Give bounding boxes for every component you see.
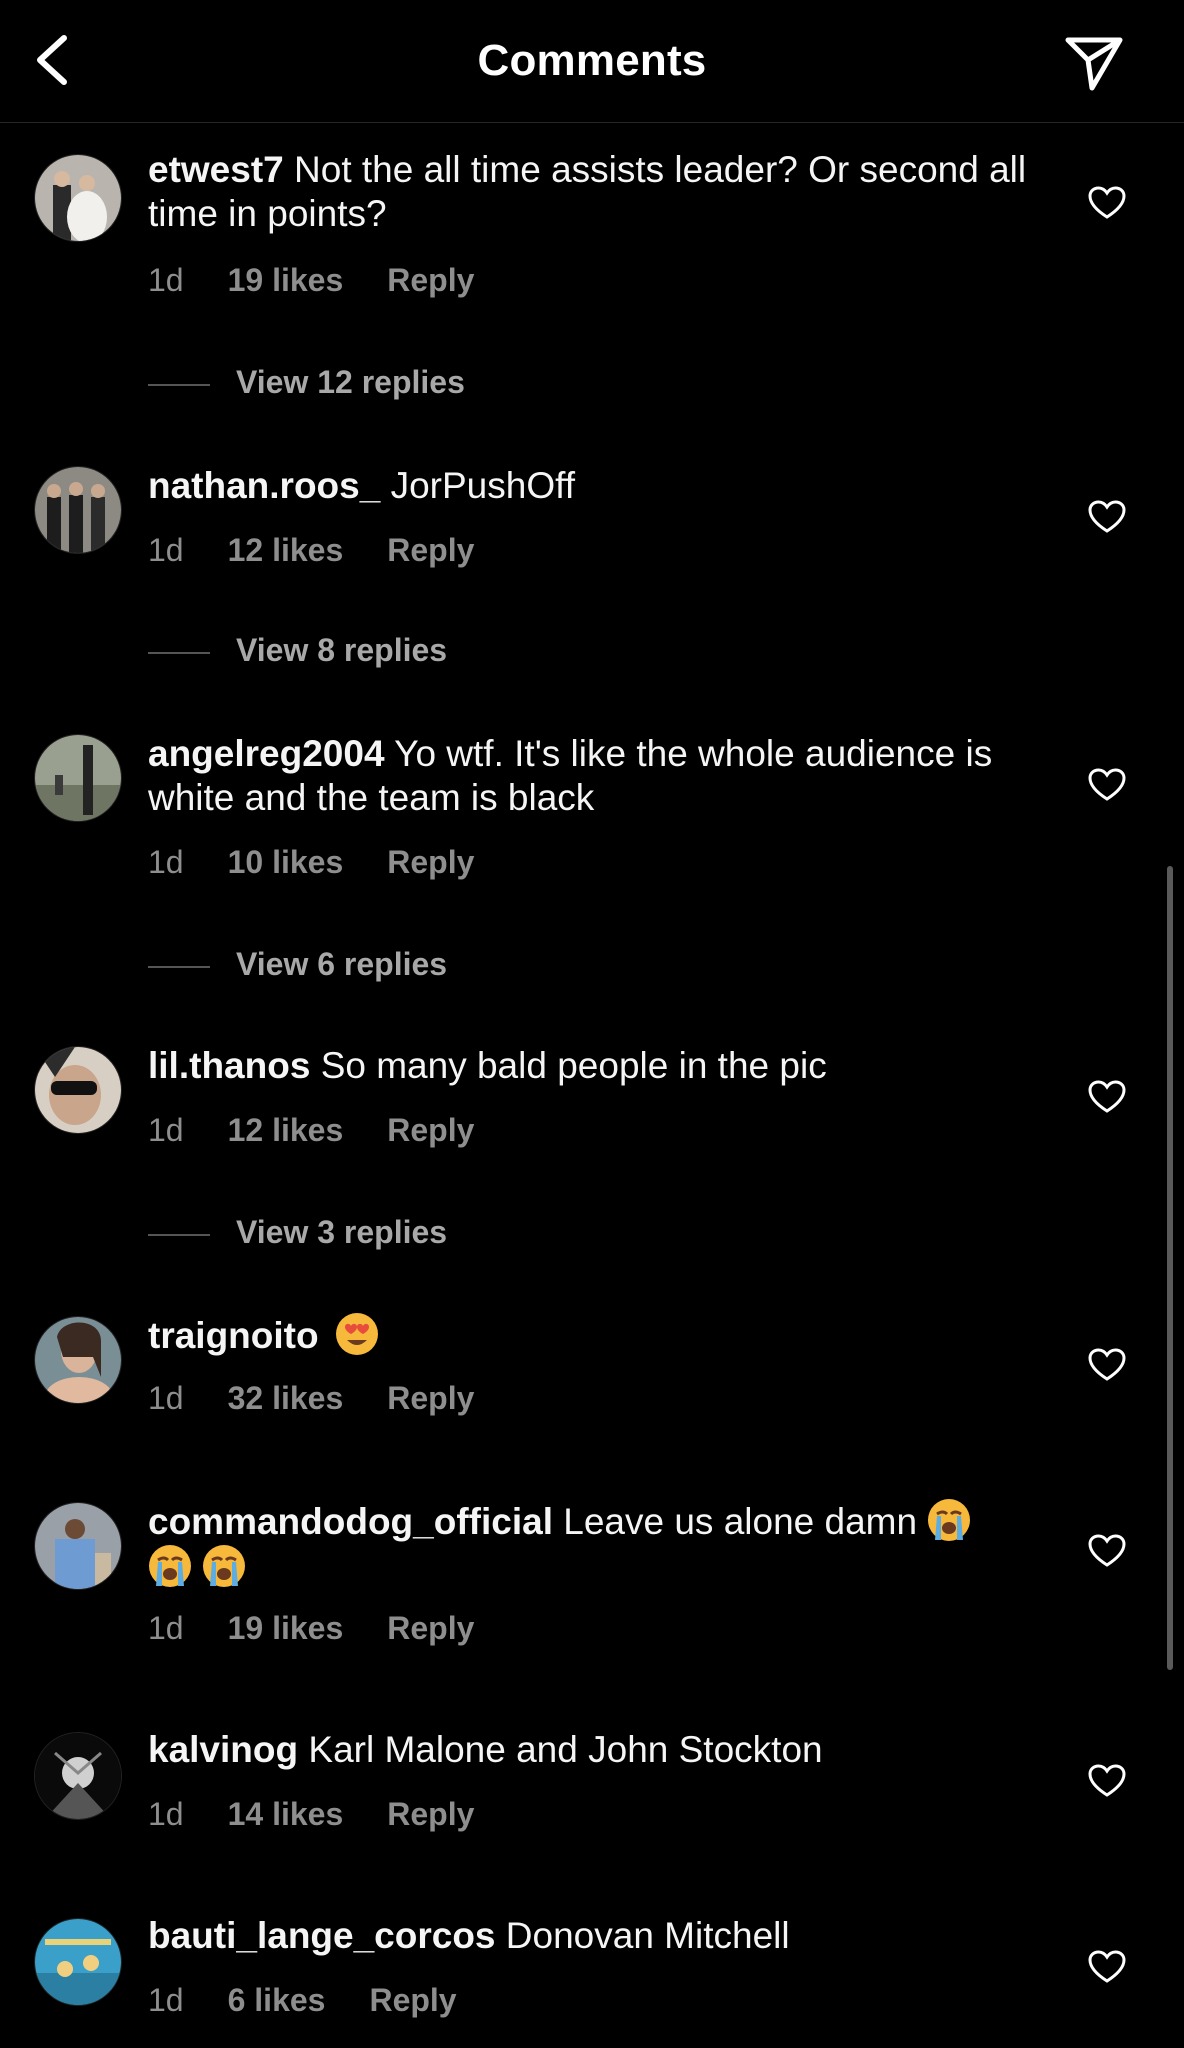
divider-line [148,965,210,968]
reply-button[interactable]: Reply [387,262,474,299]
reply-button[interactable]: Reply [369,1982,456,2019]
view-replies-button[interactable]: View 12 replies [148,364,465,401]
username-link[interactable]: angelreg2004 [148,733,385,774]
comment-text: bauti_lange_corcos Donovan Mitchell [148,1915,790,1956]
scrollbar[interactable] [1167,866,1173,1670]
comment-meta: 1d 10 likes Reply [148,844,518,881]
avatar[interactable] [34,1316,122,1404]
avatar[interactable] [34,466,122,554]
divider-line [148,383,210,386]
comment-text: lil.thanos So many bald people in the pi… [148,1045,827,1086]
comment-text: angelreg2004 Yo wtf. It's like the whole… [148,733,993,818]
timestamp: 1d [148,844,184,880]
heart-icon[interactable] [1088,186,1126,220]
avatar[interactable] [34,1502,122,1590]
username-link[interactable]: etwest7 [148,149,284,190]
comment-meta: 1d 19 likes Reply [148,262,518,299]
likes-count[interactable]: 32 likes [228,1380,344,1417]
reply-button[interactable]: Reply [387,1112,474,1149]
username-link[interactable]: commandodog_official [148,1501,553,1542]
view-replies-label: View 6 replies [236,946,448,982]
view-replies-button[interactable]: View 6 replies [148,946,447,983]
likes-count[interactable]: 19 likes [228,262,344,299]
timestamp: 1d [148,1112,184,1148]
comment-meta: 1d 14 likes Reply [148,1796,518,1833]
heart-icon[interactable] [1088,1950,1126,1984]
comment-text: commandodog_official Leave us alone damn [148,1498,1028,1590]
avatar[interactable] [34,154,122,242]
likes-count[interactable]: 14 likes [228,1796,344,1833]
timestamp: 1d [148,1380,184,1416]
divider-line [148,651,210,654]
avatar[interactable] [34,734,122,822]
comment-text: traignoito [148,1312,1028,1358]
username-link[interactable]: nathan.roos_ [148,465,380,506]
page-title: Comments [477,36,707,85]
likes-count[interactable]: 6 likes [228,1982,326,2019]
avatar[interactable] [34,1732,122,1820]
view-replies-label: View 8 replies [236,632,448,668]
avatar[interactable] [34,1918,122,2006]
username-link[interactable]: traignoito [148,1315,319,1356]
reply-button[interactable]: Reply [387,1796,474,1833]
comment-meta: 1d 32 likes Reply [148,1380,518,1417]
view-replies-button[interactable]: View 8 replies [148,632,447,669]
username-link[interactable]: lil.thanos [148,1045,310,1086]
reply-button[interactable]: Reply [387,532,474,569]
comment-text: nathan.roos_ JorPushOff [148,465,576,506]
loudly-crying-emoji-icon [928,1499,971,1541]
heart-eyes-emoji-icon [335,1313,378,1355]
timestamp: 1d [148,1796,184,1832]
heart-icon[interactable] [1088,768,1126,802]
heart-icon[interactable] [1088,500,1126,534]
header-bar: Comments [0,0,1184,123]
timestamp: 1d [148,262,184,298]
likes-count[interactable]: 10 likes [228,844,344,881]
timestamp: 1d [148,532,184,568]
username-link[interactable]: bauti_lange_corcos [148,1915,496,1956]
reply-button[interactable]: Reply [387,1610,474,1647]
comment-text: etwest7 Not the all time assists leader?… [148,149,1027,234]
reply-button[interactable]: Reply [387,1380,474,1417]
view-replies-label: View 12 replies [236,364,465,400]
comment-text: kalvinog Karl Malone and John Stockton [148,1729,823,1770]
avatar[interactable] [34,1046,122,1134]
likes-count[interactable]: 19 likes [228,1610,344,1647]
comment-meta: 1d 19 likes Reply [148,1610,518,1647]
likes-count[interactable]: 12 likes [228,1112,344,1149]
divider-line [148,1233,210,1236]
heart-icon[interactable] [1088,1080,1126,1114]
view-replies-label: View 3 replies [236,1214,448,1250]
reply-button[interactable]: Reply [387,844,474,881]
likes-count[interactable]: 12 likes [228,532,344,569]
comment-meta: 1d 12 likes Reply [148,1112,518,1149]
heart-icon[interactable] [1088,1764,1126,1798]
comment-meta: 1d 12 likes Reply [148,532,518,569]
username-link[interactable]: kalvinog [148,1729,298,1770]
heart-icon[interactable] [1088,1348,1126,1382]
loudly-crying-emoji-icon [203,1545,246,1587]
comment-meta: 1d 6 likes Reply [148,1982,501,2019]
loudly-crying-emoji-icon [149,1545,191,1587]
paper-plane-icon[interactable] [1062,30,1126,94]
timestamp: 1d [148,1982,184,2018]
view-replies-button[interactable]: View 3 replies [148,1214,447,1251]
timestamp: 1d [148,1610,184,1646]
heart-icon[interactable] [1088,1534,1126,1568]
